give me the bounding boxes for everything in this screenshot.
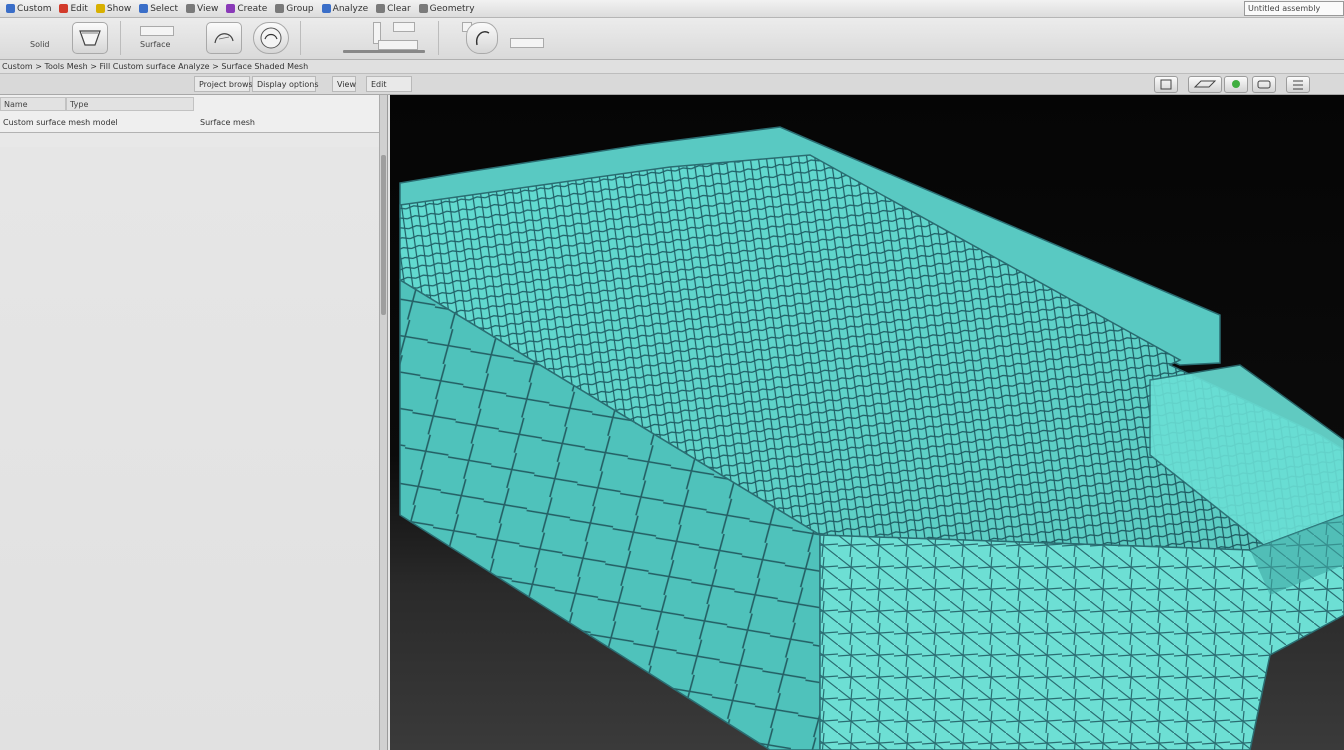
browser-list-area[interactable]	[0, 147, 386, 750]
menu-item-edit[interactable]: Edit	[55, 1, 91, 17]
menu-item-analyze[interactable]: Analyze	[318, 1, 372, 17]
scrollbar-thumb[interactable]	[381, 155, 386, 315]
application-window: Custom Edit Show Select View Create Group Analy…	[0, 0, 1344, 750]
tab-view[interactable]: View	[332, 76, 356, 92]
clear-icon	[376, 4, 386, 13]
edit-icon	[59, 4, 69, 13]
menu-item-label: Select	[150, 3, 178, 14]
command-path-bar: Custom > Tools Mesh > Fill Custom surfac…	[0, 60, 1344, 74]
show-icon	[95, 4, 105, 13]
browser-header: Name Type Custom surface mesh model Surf…	[0, 95, 386, 133]
menu-item-clear[interactable]: Clear	[372, 1, 415, 17]
mesh-icon[interactable]	[72, 22, 108, 54]
refine-icon[interactable]	[253, 22, 289, 54]
view-iso-icon[interactable]	[1188, 76, 1222, 93]
tab-display-options[interactable]: Display options	[252, 76, 319, 92]
column-label: Type	[70, 100, 89, 109]
analyze-icon	[321, 4, 331, 13]
menu-item-label: Analyze	[332, 3, 369, 14]
ribbon-button-surface[interactable]: Surface	[140, 40, 170, 49]
view-icon	[185, 4, 195, 13]
browser-scrollbar[interactable]	[379, 95, 387, 750]
menu-item-custom[interactable]: Custom	[2, 1, 55, 17]
project-browser-panel: Name Type Custom surface mesh model Surf…	[0, 95, 388, 750]
document-name-field[interactable]: Untitled assembly	[1244, 1, 1344, 16]
3d-viewport[interactable]	[390, 95, 1344, 750]
geometry-icon	[418, 4, 428, 13]
grid-icon[interactable]	[1286, 76, 1310, 93]
render-icon[interactable]	[1224, 76, 1248, 93]
tab-edit[interactable]: Edit	[366, 76, 412, 92]
surface-option-box[interactable]	[140, 26, 174, 36]
mesh-model-render	[399, 126, 1344, 750]
row-type: Surface mesh	[200, 118, 255, 127]
ribbon-button-solid[interactable]: Solid	[30, 40, 50, 49]
menu-item-geometry[interactable]: Geometry	[415, 1, 479, 17]
menu-item-show[interactable]: Show	[92, 1, 135, 17]
menu-item-label: Group	[286, 3, 314, 14]
column-header-name[interactable]: Name	[0, 97, 66, 111]
menu-item-select[interactable]: Select	[135, 1, 182, 17]
camera-icon[interactable]	[1252, 76, 1276, 93]
command-path-text: Custom > Tools Mesh > Fill Custom surfac…	[2, 62, 309, 71]
row-name: Custom surface mesh model	[3, 118, 118, 127]
parameter-field-3[interactable]	[378, 40, 418, 50]
tab-label: Edit	[371, 80, 387, 89]
menu-item-label: Create	[237, 3, 268, 14]
menu-item-label: Geometry	[429, 3, 475, 14]
menu-item-label: Custom	[17, 3, 52, 14]
panel-tab-row: Project browser Display options View Edi…	[0, 74, 1344, 95]
column-label: Name	[4, 100, 28, 109]
parameter-field-2[interactable]	[393, 22, 415, 32]
size-slider[interactable]	[343, 50, 425, 53]
menu-bar: Custom Edit Show Select View Create Group Analy…	[0, 0, 1344, 18]
menu-item-label: Clear	[387, 3, 411, 14]
menu-item-create[interactable]: Create	[222, 1, 271, 17]
view-front-icon[interactable]	[1154, 76, 1178, 93]
group-icon	[275, 4, 285, 13]
menu-item-label: Edit	[70, 3, 88, 14]
menu-item-label: Show	[106, 3, 132, 14]
tab-label: View	[337, 80, 356, 89]
smooth-icon[interactable]	[206, 22, 242, 54]
menu-item-label: View	[196, 3, 219, 14]
ribbon-label-solid: Solid	[30, 40, 50, 49]
create-icon	[226, 4, 236, 13]
ribbon-label-surface: Surface	[140, 40, 171, 49]
curve-tool-icon[interactable]	[466, 22, 498, 54]
ribbon-toolbar: Solid Surface	[0, 18, 1344, 60]
app-icon	[6, 4, 15, 13]
select-icon	[139, 4, 149, 13]
column-header-type[interactable]: Type	[66, 97, 194, 111]
tab-project-browser[interactable]: Project browser	[194, 76, 261, 92]
browser-row[interactable]: Custom surface mesh model Surface mesh	[0, 114, 386, 132]
menu-item-view[interactable]: View	[182, 1, 222, 17]
tab-label: Display options	[257, 80, 319, 89]
option-box-b[interactable]	[510, 38, 544, 48]
menu-item-group[interactable]: Group	[271, 1, 317, 17]
